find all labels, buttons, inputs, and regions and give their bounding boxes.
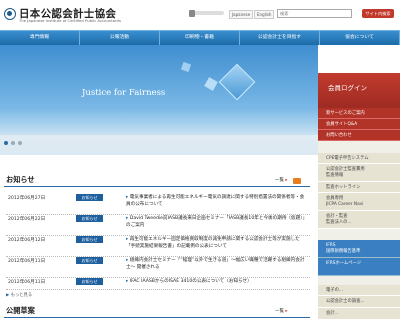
rss-icon[interactable] [293,178,301,184]
news-link[interactable]: David Tweedie前IASB議長来日企画セミナー「IASB議長10年と今… [126,215,308,229]
hero-tagline: Justice for Fairness [82,88,166,98]
nav-item-publications[interactable]: 印刷物・書籍 [160,31,240,45]
lang-ja-button[interactable]: Japanese [229,10,254,19]
news-link[interactable]: 電気事業者による再生可能エネルギー電気の調達に関する特別措置法の関係者等・会員の… [126,194,308,208]
news-row[interactable]: 2012年06月22日 お知らせ David Tweedie前IASB議長来日企… [6,215,310,236]
search-button[interactable]: サイト内検索 [362,9,394,18]
news-row[interactable]: 2012年06月27日 お知らせ 電気事業者による再生可能エネルギー電気の調達に… [6,194,310,215]
hero-dot-2[interactable] [11,141,15,145]
news-list-link[interactable]: 一覧 [275,177,288,183]
public-drafts-title: 公開草案 [6,306,35,315]
font-size-slider[interactable] [189,9,224,17]
news-badge: お知らせ [76,278,103,285]
side-item-accounting[interactable]: 会計... [318,308,400,320]
nav-item-pr[interactable]: 公報活動 [80,31,160,45]
news-badge: お知らせ [76,236,103,243]
side-item-hotline[interactable]: 監査ホットライン [318,182,400,193]
member-login-button[interactable]: 会員ログイン [318,73,400,108]
news-link[interactable]: 再生可能エネルギー固定価格買取制度の減免申請に関する公認会計士等が実施した「手続… [126,236,308,250]
side-item-contact[interactable]: お問い合わせ [318,130,400,141]
hero-dot-1[interactable] [4,141,8,145]
side-item-survey[interactable]: 公認会計士の調査... [318,296,400,308]
news-row[interactable]: 2012年06月11日 お知らせ 組織内会計士セミナー「“経理”以外で生きる道」… [6,257,310,278]
side-item-ifrs-home[interactable]: IFRSホームページ [318,258,400,276]
news-badge: お知らせ [76,194,103,201]
side-panel: 会員ログイン 新サービスのご案内 会員サイトQ&A お問い合わせ CPE電子申告… [318,73,400,320]
lang-en-button[interactable]: English [254,10,275,19]
side-item-e[interactable]: 電子の... [318,285,400,296]
news-date: 2012年06月11日 [8,259,46,264]
news-row[interactable]: 2012年06月12日 お知らせ 再生可能エネルギー固定価格買取制度の減免申請に… [6,236,310,257]
nav-item-become-cpa[interactable]: 公認会計士を目指す [240,31,320,45]
nav-item-about[interactable]: 協会について [320,31,400,45]
hero-banner: Justice for Fairness [0,45,318,155]
news-row[interactable]: 2012年06月11日 お知らせ IFAC IAASBからのISAE 3410の… [6,278,310,290]
news-link[interactable]: IFAC IAASBからのISAE 3410の公表について（お知らせ） [126,278,308,285]
side-item-audit-fees[interactable]: 公認会計士監査費用 監査情報 [318,164,400,182]
news-more-link[interactable]: もっと見る [6,292,32,298]
global-nav: 専門情報 公報活動 印刷物・書籍 公認会計士を目指す 協会について [0,30,400,45]
jicpa-logo[interactable] [4,8,16,20]
news-date: 2012年06月27日 [8,196,46,201]
side-item-career-navi[interactable]: 会員専用 JICPA Career Navi [318,193,400,211]
site-header: 日本公認会計士協会 The Japanese Institute of Cert… [0,0,400,30]
side-item-new-services[interactable]: 新サービスのご案内 [318,108,400,119]
public-divider [4,317,310,318]
news-date: 2012年06月22日 [8,217,46,222]
news-divider [4,186,310,187]
hero-pager [4,141,22,145]
public-list-link[interactable]: 一覧 [275,308,288,314]
side-item-ifrs[interactable]: IFRS 国際財務報告基準 [318,240,400,258]
side-item-faq[interactable]: 会員サイトQ&A [318,119,400,130]
org-subtitle: The Japanese Institute of Certified Publ… [19,18,121,23]
side-item-cpe[interactable]: CPE電子申告システム [318,153,400,164]
news-title: お知らせ [6,175,35,184]
news-link[interactable]: 組織内会計士セミナー「“経理”以外で生きる道」〜幅広い職種で活躍する組織内会計士… [126,257,308,271]
search-input[interactable] [277,9,352,18]
news-badge: お知らせ [76,215,103,222]
side-item-audit-firms[interactable]: 会計・監査 監査法人の... [318,211,400,229]
news-date: 2012年06月11日 [8,280,46,285]
news-badge: お知らせ [76,257,103,264]
nav-item-professional[interactable]: 専門情報 [0,31,80,45]
news-date: 2012年06月12日 [8,238,46,243]
hero-dot-3[interactable] [18,141,22,145]
